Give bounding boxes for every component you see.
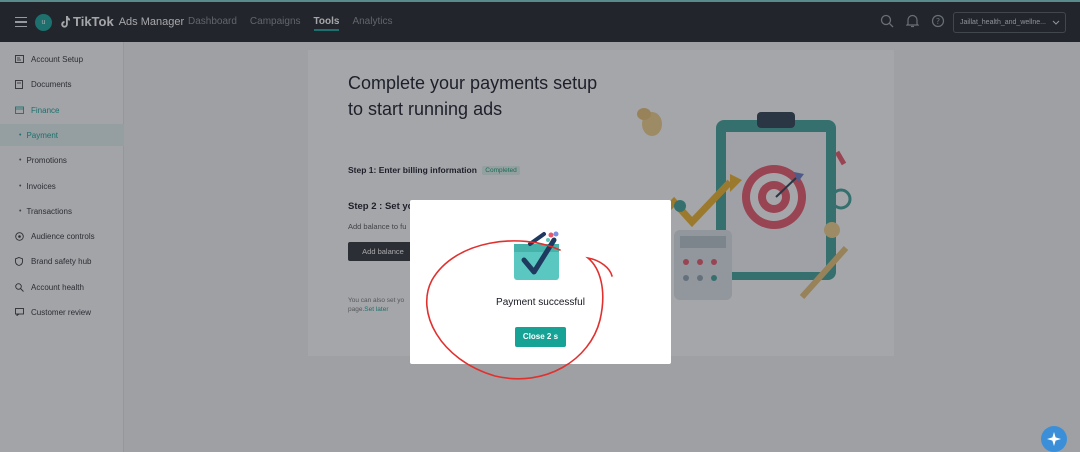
success-check-icon — [514, 231, 559, 280]
assistant-button[interactable] — [1041, 426, 1067, 452]
payment-success-modal: Payment successful Close 2 s — [410, 200, 671, 364]
sparkle-icon — [1047, 432, 1061, 446]
success-message: Payment successful — [496, 297, 585, 308]
close-button[interactable]: Close 2 s — [515, 327, 566, 347]
